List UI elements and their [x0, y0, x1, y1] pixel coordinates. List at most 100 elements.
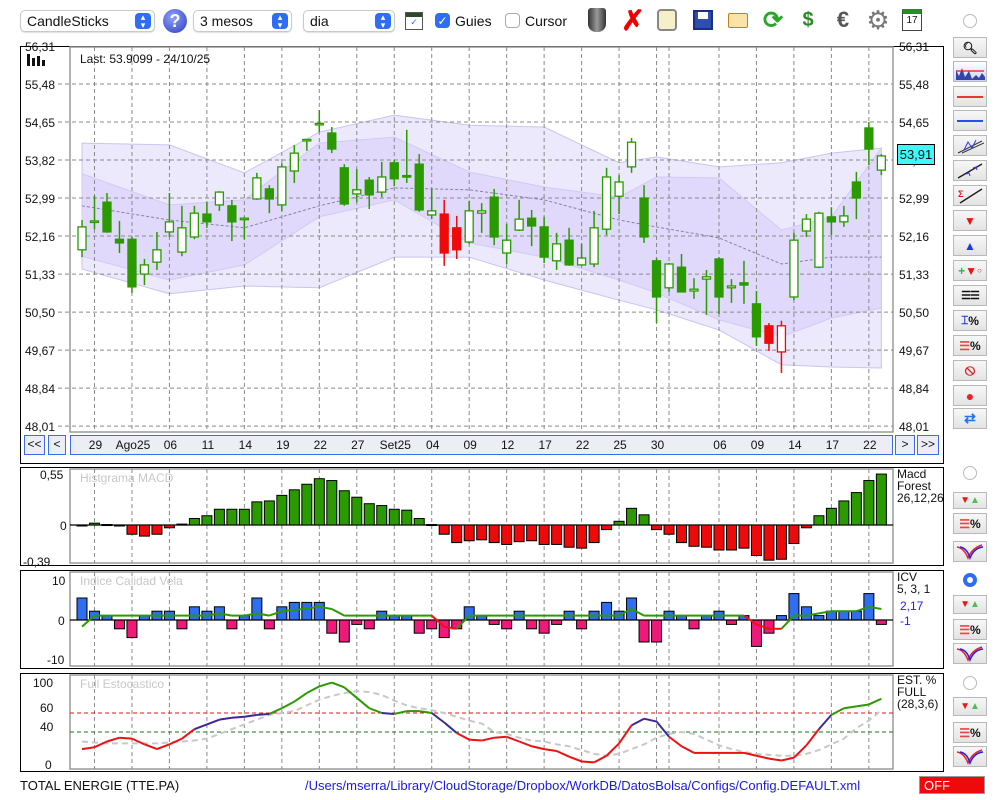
chart-window-icon[interactable]: ✓ [405, 12, 423, 30]
icv-curve-button[interactable] [953, 643, 987, 664]
levels-icon: ☰ [959, 516, 971, 531]
cursor-checkbox[interactable] [505, 13, 520, 28]
instrument-name: TOTAL ENERGIE (TTE.PA) [20, 778, 180, 793]
range-percent-tool[interactable]: ⌶% [953, 310, 987, 331]
date-tick-label: 30 [650, 438, 665, 452]
trendline-tool[interactable] [953, 160, 987, 181]
dashed-lines-tool[interactable]: ☰☰ [953, 285, 987, 306]
date-tick-label: 12 [500, 438, 515, 452]
levels-icon: ☰ [959, 338, 971, 353]
volume-profile-button[interactable] [953, 61, 987, 82]
date-tick-label: 09 [750, 438, 765, 452]
zoom-tool-button[interactable]: 🔍︎ [953, 37, 987, 58]
icv-value-2: -1 [900, 614, 911, 628]
interval-select[interactable]: dia ▴ ▾ [303, 10, 395, 32]
main-panel-radio[interactable] [963, 14, 977, 28]
icv-value-1: 2,17 [900, 599, 924, 613]
guides-label: Guies [455, 13, 492, 29]
icv-side-labels: ICV 5, 3, 1 2,17 -1 [897, 571, 930, 627]
date-tick-label: 17 [825, 438, 840, 452]
date-tick-label: Ago25 [115, 438, 151, 452]
sync-tool[interactable]: ⇄ [953, 408, 987, 429]
guides-checkbox[interactable]: ✓ [435, 13, 450, 28]
red-dot-icon: ● [965, 387, 975, 404]
red-line-tool[interactable] [953, 86, 987, 107]
stoch-curve-button[interactable] [953, 746, 987, 767]
lamp-icon[interactable] [653, 6, 681, 34]
date-axis-bar[interactable]: 29 Ago25 06 11 14 19 22 27 Set25 04 09 12 17 22 25 30 06… [70, 435, 893, 455]
nav-last-button[interactable]: >> [917, 435, 939, 455]
red-down-arrow-icon: ▼ [965, 263, 978, 278]
stoch-side-labels: EST. % FULL (28,3,6) [897, 674, 938, 710]
green-up-arrow-icon: ▲ [970, 701, 980, 712]
delete-icon[interactable]: ✗ [619, 5, 647, 36]
euro-icon[interactable]: € [829, 6, 857, 34]
icv-radio[interactable] [963, 573, 977, 587]
calendar-day: 17 [902, 9, 922, 31]
macd-curve-button[interactable] [953, 541, 987, 562]
date-tick-label: 06 [163, 438, 178, 452]
macd-levels-button[interactable]: ☰% [953, 513, 987, 534]
date-tick-label: 17 [538, 438, 552, 452]
no-entry-icon: ⦸ [964, 361, 976, 379]
levels-percent-tool[interactable]: ☰% [953, 335, 987, 356]
interval-value: dia [310, 13, 329, 29]
date-tick-label: 22 [313, 438, 327, 452]
date-tick-label: 19 [276, 438, 290, 452]
trendline-icon [957, 162, 983, 179]
nav-next-button[interactable]: > [895, 435, 915, 455]
volume-chart-icon [956, 67, 985, 80]
bar-chart-icon [27, 52, 45, 69]
icv-signals-button[interactable]: ▼ ▲ [953, 595, 987, 614]
nav-prev-button[interactable]: < [48, 435, 66, 455]
stoch-signals-button[interactable]: ▼ ▲ [953, 697, 987, 716]
recycle-money-icon[interactable]: $ [794, 6, 822, 34]
channel-tool[interactable] [953, 135, 987, 156]
percent-icon: % [970, 622, 981, 637]
macd-signals-button[interactable]: ▼ ▲ [953, 492, 987, 509]
folder-icon[interactable] [724, 6, 752, 34]
blue-line-tool[interactable] [953, 110, 987, 131]
magnifier-icon: 🔍︎ [962, 40, 978, 55]
trash-icon[interactable] [583, 6, 611, 34]
sigma-trend-tool[interactable]: Σ [953, 185, 987, 206]
nav-first-button[interactable]: << [24, 435, 45, 455]
record-tool[interactable]: ● [953, 385, 987, 406]
clear-tool[interactable]: ⦸ [953, 360, 987, 381]
config-path-link[interactable]: /Users/mserra/Library/CloudStorage/Dropb… [305, 778, 860, 793]
help-icon[interactable]: ? [163, 9, 187, 33]
chart-type-select[interactable]: CandleSticks ▴ ▾ [20, 10, 155, 32]
buy-signal-tool[interactable]: ▲ [953, 235, 987, 256]
svg-text:Σ: Σ [958, 189, 964, 199]
oscillator-curve-icon [956, 748, 984, 765]
stoch-levels-button[interactable]: ☰% [953, 722, 987, 743]
gear-icon[interactable]: ⚙ [864, 5, 892, 35]
signals-tool[interactable]: + ▼ ○ [953, 260, 987, 281]
macd-radio[interactable] [963, 466, 977, 480]
oscillator-curve-icon [956, 645, 984, 662]
off-toggle-button[interactable]: OFF [919, 776, 985, 794]
period-select[interactable]: 3 mesos ▴ ▾ [193, 10, 292, 32]
icv-title: Indice Calidad Vela [80, 574, 183, 588]
circle-icon: ○ [977, 266, 982, 275]
sell-signal-tool[interactable]: ▼ [953, 210, 987, 231]
date-tick-label: 14 [238, 438, 253, 452]
chevron-updown-icon: ▴ ▾ [135, 13, 151, 30]
cursor-label: Cursor [525, 13, 568, 29]
refresh-icon[interactable]: ⟳ [759, 6, 787, 34]
icv-levels-button[interactable]: ☰% [953, 619, 987, 640]
percent-icon: % [970, 338, 981, 353]
date-tick-label: 22 [575, 438, 590, 452]
sync-icon: ⇄ [964, 410, 976, 426]
last-price-label: Last: 53.9099 - 24/10/25 [80, 52, 211, 66]
date-tick-label: 29 [88, 438, 103, 452]
plus-icon: + [958, 263, 966, 278]
calendar-icon[interactable]: 17 [898, 6, 926, 34]
save-icon[interactable] [689, 6, 717, 34]
date-tick-label: 11 [201, 438, 215, 452]
date-tick-label: 09 [463, 438, 477, 452]
percent-icon: % [968, 313, 979, 328]
icv-params: 5, 3, 1 [897, 582, 931, 596]
red-down-arrow-icon: ▼ [960, 701, 970, 712]
stoch-radio[interactable] [963, 676, 977, 690]
